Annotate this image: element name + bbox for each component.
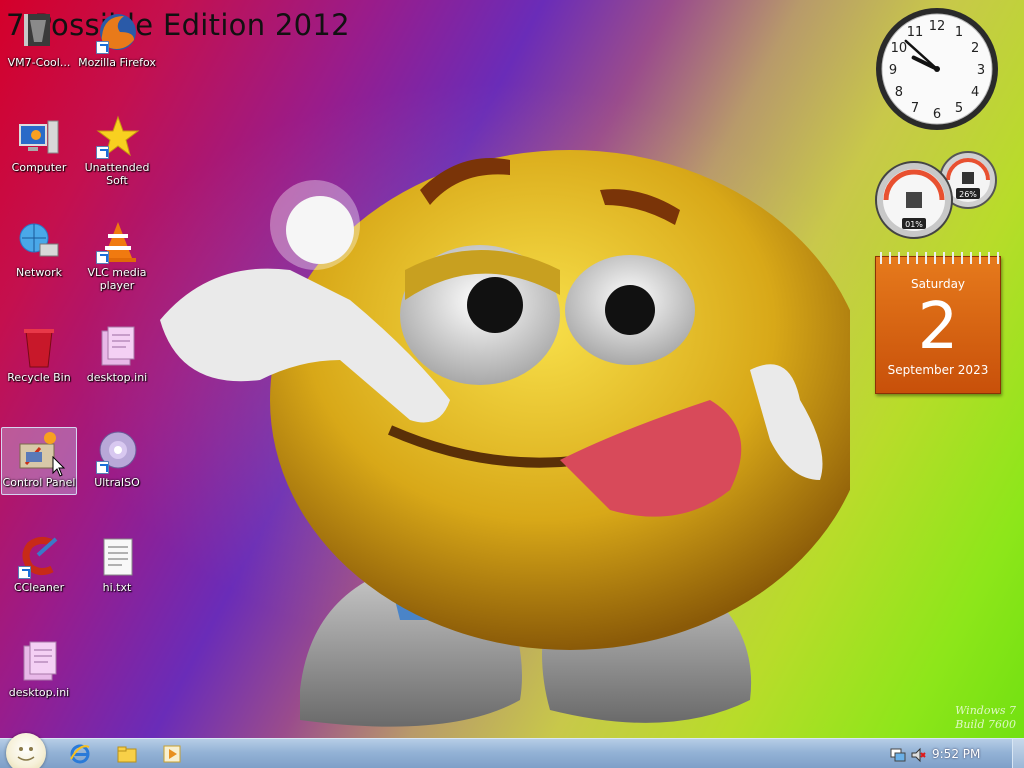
internet-explorer-icon xyxy=(70,744,90,764)
settings-file-icon xyxy=(16,640,62,684)
desktop-icon-label: CCleaner xyxy=(13,581,65,594)
network-globe-icon xyxy=(16,220,62,264)
desktop-icon-desktop-ini[interactable]: desktop.ini xyxy=(79,322,155,390)
smiley-face-icon xyxy=(17,747,35,761)
cpu-percent: 01% xyxy=(905,220,923,229)
taskbar-media-player[interactable] xyxy=(152,741,192,767)
media-player-icon xyxy=(163,745,181,763)
clock-number: 2 xyxy=(971,41,979,56)
clock-number: 4 xyxy=(971,85,979,100)
desktop-icon-ultraiso[interactable]: UltraISO xyxy=(79,427,155,495)
smiley-wallpaper-art xyxy=(160,150,850,727)
desktop-icon-hi-txt[interactable]: hi.txt xyxy=(79,532,155,600)
desktop-icon-computer[interactable]: Computer xyxy=(1,112,77,180)
desktop-icon-network[interactable]: Network xyxy=(1,217,77,285)
desktop-icon-vm7-cool[interactable]: VM7-Cool... xyxy=(1,7,77,75)
clock-number: 8 xyxy=(895,85,903,100)
start-button[interactable] xyxy=(6,733,46,768)
desktop-icon-label: Mozilla Firefox xyxy=(78,56,156,69)
recycle-bin-icon xyxy=(16,325,62,369)
desktop-icon-label: VLC media player xyxy=(87,266,147,292)
clock-number: 12 xyxy=(929,19,946,34)
clock-number: 5 xyxy=(955,101,963,116)
desktop-icon-label: Network xyxy=(16,266,62,279)
vlc-cone-icon xyxy=(94,220,140,264)
memory-chip-icon xyxy=(962,172,974,184)
desktop-icon-mozilla-firefox[interactable]: Mozilla Firefox xyxy=(78,7,156,75)
volume-muted-icon[interactable] xyxy=(910,747,926,763)
desktop-icon-label: Recycle Bin xyxy=(7,371,71,384)
desktop-icon-label: UltraISO xyxy=(94,476,140,489)
show-desktop-button[interactable] xyxy=(1012,739,1024,768)
settings-file-icon xyxy=(94,325,140,369)
calendar-weekday: Saturday xyxy=(910,277,966,291)
clock-gadget[interactable]: 12 12 3 45678 9 1011 xyxy=(874,6,1000,132)
desktop-icon-unattended-soft[interactable]: Unattended Soft xyxy=(79,112,155,187)
desktop-icon-label: hi.txt xyxy=(102,581,132,594)
taskbar-clock[interactable]: 9:52 PM xyxy=(932,747,980,761)
desktop-icon-recycle-bin[interactable]: Recycle Bin xyxy=(1,322,77,390)
disc-icon xyxy=(94,430,140,474)
notification-area: 9:52 PM xyxy=(874,739,1024,768)
desktop-icon-vlc-media-player[interactable]: VLC media player xyxy=(79,217,155,292)
clock-number: 9 xyxy=(889,63,897,78)
desktop-icon-ccleaner[interactable]: CCleaner xyxy=(1,532,77,600)
clock-number: 1 xyxy=(955,25,963,40)
watermark-line-1: Windows 7 xyxy=(955,704,1016,717)
desktop-icon-label: Control Panel xyxy=(2,476,76,489)
cpu-meter-gadget[interactable]: 26% 01% xyxy=(872,148,1002,240)
calendar-rings xyxy=(876,252,1000,264)
clock-number: 6 xyxy=(933,107,941,122)
shortcut-arrow-icon xyxy=(96,251,109,264)
clock-number: 7 xyxy=(911,101,919,116)
mouse-cursor-icon xyxy=(52,456,66,477)
shortcut-arrow-icon xyxy=(18,566,31,579)
windows-build-watermark: Windows 7 Build 7600 xyxy=(955,704,1016,732)
desktop-icon-label: Computer xyxy=(11,161,67,174)
cpu-chip-icon xyxy=(906,192,922,208)
calendar-day: 2 xyxy=(917,290,959,364)
ccleaner-icon xyxy=(16,535,62,579)
desktop-icon-label: Unattended Soft xyxy=(84,161,150,187)
application-icon xyxy=(16,10,62,54)
desktop-icon-desktop-ini-2[interactable]: desktop.ini xyxy=(1,637,77,705)
memory-percent: 26% xyxy=(959,190,977,199)
folder-icon xyxy=(117,746,137,763)
star-icon xyxy=(94,115,140,159)
network-tray-icon[interactable] xyxy=(890,747,906,763)
computer-icon xyxy=(16,115,62,159)
watermark-line-2: Build 7600 xyxy=(955,718,1016,731)
calendar-gadget[interactable]: Saturday 2 September 2023 xyxy=(875,252,1001,394)
clock-number: 11 xyxy=(907,25,924,40)
desktop-icon-label: desktop.ini xyxy=(8,686,70,699)
shortcut-arrow-icon xyxy=(96,41,109,54)
taskbar-internet-explorer[interactable] xyxy=(60,741,100,767)
shortcut-arrow-icon xyxy=(96,146,109,159)
calendar-month-year: September 2023 xyxy=(887,363,989,377)
firefox-icon xyxy=(94,10,140,54)
desktop-icon-label: VM7-Cool... xyxy=(7,56,71,69)
desktop-icon-label: desktop.ini xyxy=(86,371,148,384)
taskbar: 9:52 PM xyxy=(0,733,1024,768)
clock-number: 3 xyxy=(977,63,985,78)
text-file-icon xyxy=(94,535,140,579)
taskbar-windows-explorer[interactable] xyxy=(107,741,147,767)
clock-number: 10 xyxy=(891,41,908,56)
shortcut-arrow-icon xyxy=(96,461,109,474)
